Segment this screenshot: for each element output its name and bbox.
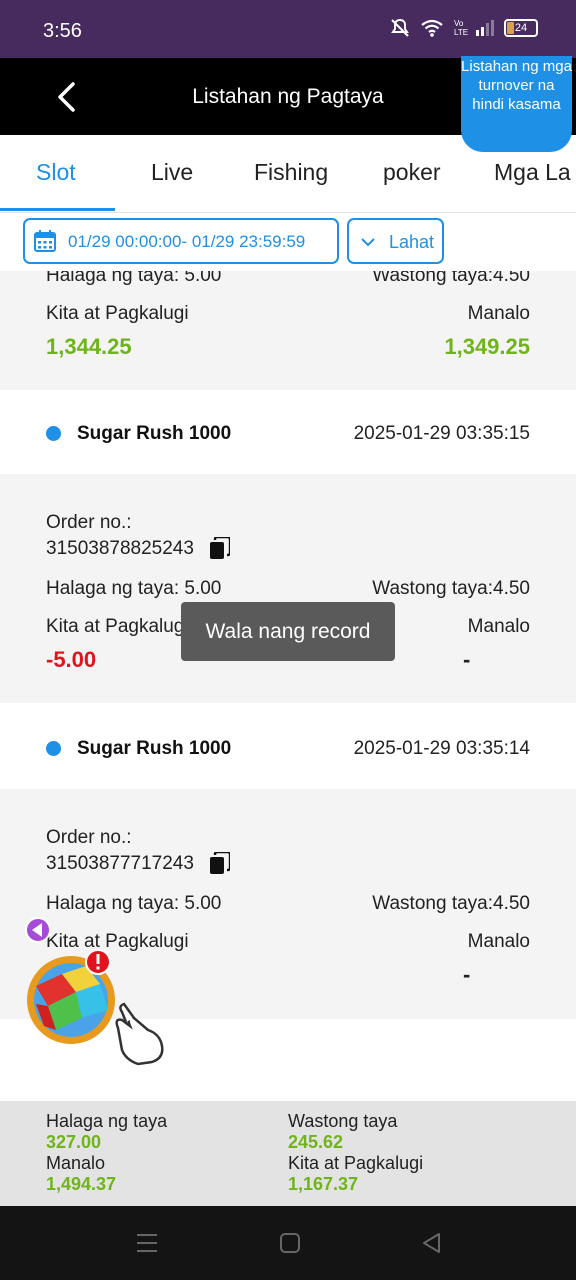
tab-fishing[interactable]: Fishing [254, 159, 328, 186]
profit-label: Kita at Pagkalugi [46, 303, 189, 324]
bet-amount: Halaga ng taya: 5.00 [46, 578, 222, 599]
date-range-filter[interactable]: 01/29 00:00:00- 01/29 23:59:59 [23, 218, 339, 264]
result-value: - [463, 647, 471, 672]
summary-bet-value: 327.00 [46, 1132, 102, 1152]
profit-label: Kita at Pagkalugi [46, 616, 189, 637]
profit-value: 1,344.25 [46, 334, 132, 359]
summary-profit-label: Kita at Pagkalugi [288, 1153, 424, 1173]
svg-text:LTE: LTE [454, 28, 468, 37]
valid-bet: Wastong taya:4.50 [372, 578, 530, 599]
calendar-icon [34, 230, 56, 252]
signal-icon: Vo LTE [454, 19, 494, 37]
record-card: Order no.: 31503878825243 Halaga ng taya… [0, 474, 576, 703]
summary-panel: Halaga ng taya 327.00 Wastong taya 245.6… [0, 1101, 576, 1206]
system-nav-bar [0, 1206, 576, 1280]
profit-value: -5.00 [46, 647, 97, 672]
summary-profit-value: 1,167.37 [288, 1174, 359, 1194]
status-dot [46, 426, 61, 441]
record-header: Sugar Rush 1000 2025-01-29 03:35:14 [0, 705, 576, 789]
valid-bet: Wastong taya:4.50 [372, 893, 530, 914]
status-select-value: Lahat [389, 232, 435, 252]
status-select[interactable]: Lahat [347, 218, 444, 264]
result-label: Manalo [467, 931, 530, 952]
order-number: 31503877717243 [46, 853, 194, 874]
status-bar: 3:56 Vo LTE 24 [0, 0, 576, 58]
battery-icon: 24 [504, 19, 538, 37]
tab-poker[interactable]: poker [383, 159, 441, 186]
gift-box-float-icon[interactable] [22, 914, 172, 1074]
result-value: 1,349.25 [444, 334, 530, 359]
game-name: Sugar Rush 1000 [77, 423, 232, 444]
copy-icon[interactable] [210, 537, 230, 559]
game-name: Sugar Rush 1000 [77, 738, 232, 759]
active-tab-indicator [0, 208, 115, 211]
order-label: Order no.: [46, 827, 132, 848]
wifi-icon [421, 19, 443, 37]
summary-valid-value: 245.62 [288, 1132, 344, 1152]
result-label: Manalo [467, 616, 530, 637]
tab-live[interactable]: Live [151, 159, 193, 186]
excluded-turnover-button[interactable]: Listahan ng mga turnover na hindi kasama [461, 56, 572, 152]
summary-bet-label: Halaga ng taya [46, 1111, 168, 1131]
status-icons: Vo LTE 24 [390, 18, 538, 38]
valid-bet: Wastong taya:4.50 [372, 271, 530, 286]
date-range-text: 01/29 00:00:00- 01/29 23:59:59 [68, 232, 306, 251]
summary-win-label: Manalo [46, 1153, 106, 1173]
result-value: - [463, 962, 471, 987]
bet-time: 2025-01-29 03:35:15 [353, 423, 530, 444]
tab-slot[interactable]: Slot [36, 159, 76, 186]
order-number: 31503878825243 [46, 538, 194, 559]
record-card: Halaga ng taya: 5.00 Wastong taya:4.50 K… [0, 271, 576, 390]
status-dot [46, 741, 61, 756]
recents-menu-icon[interactable] [135, 1232, 159, 1254]
bet-amount: Halaga ng taya: 5.00 [46, 271, 222, 286]
tab-more[interactable]: Mga La [494, 159, 571, 186]
toast-message: Wala nang record [181, 602, 395, 661]
bet-amount: Halaga ng taya: 5.00 [46, 893, 222, 914]
chevron-down-icon [361, 238, 375, 247]
summary-win-value: 1,494.37 [46, 1174, 117, 1194]
record-header: Sugar Rush 1000 2025-01-29 03:35:15 [0, 390, 576, 474]
mute-icon [391, 18, 409, 37]
svg-text:Vo: Vo [454, 19, 464, 28]
order-label: Order no.: [46, 512, 132, 533]
battery-level: 24 [514, 22, 528, 34]
home-icon[interactable] [278, 1232, 302, 1254]
result-label: Manalo [467, 303, 530, 324]
summary-valid-label: Wastong taya [288, 1111, 398, 1131]
back-nav-icon[interactable] [420, 1232, 444, 1254]
filter-bar: 01/29 00:00:00- 01/29 23:59:59 Lahat [0, 213, 576, 271]
copy-icon[interactable] [210, 852, 230, 874]
status-time: 3:56 [43, 20, 82, 42]
bet-time: 2025-01-29 03:35:14 [353, 738, 530, 759]
